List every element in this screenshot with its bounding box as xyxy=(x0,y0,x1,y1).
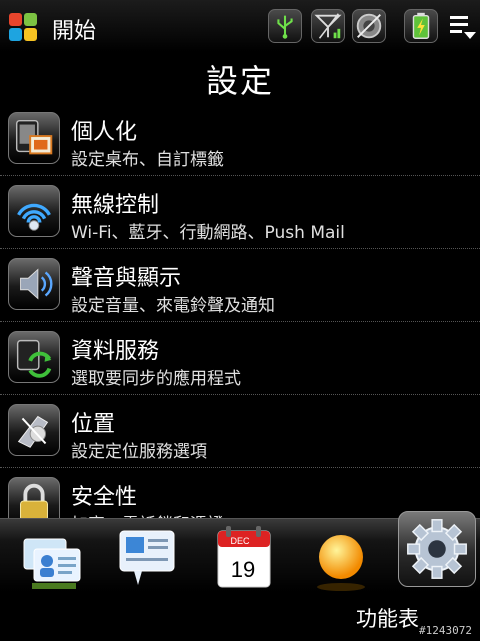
settings-item-personalize[interactable]: 個人化 設定桌布、自訂標籤 xyxy=(0,103,480,176)
dock-active-label: 功能表 xyxy=(356,607,419,631)
calendar-icon[interactable]: DEC 19 xyxy=(210,525,276,595)
personalize-icon xyxy=(8,112,60,164)
settings-item-wireless[interactable]: 無線控制 Wi-Fi、藍牙、行動網路、Push Mail xyxy=(0,176,480,249)
status-bar: 開始 xyxy=(0,0,480,52)
windows-logo-icon[interactable] xyxy=(8,12,38,42)
calendar-month: DEC xyxy=(230,536,250,546)
calendar-day: 19 xyxy=(231,557,255,582)
item-subtitle: 選取要同步的應用程式 xyxy=(71,369,241,389)
start-label[interactable]: 開始 xyxy=(52,13,96,45)
item-title: 安全性 xyxy=(71,485,138,510)
watermark: #1243072 xyxy=(419,624,472,637)
item-subtitle: Wi-Fi、藍牙、行動網路、Push Mail xyxy=(71,223,345,243)
settings-list: 個人化 設定桌布、自訂標籤 無線控制 Wi-Fi、藍牙、行動網路、Push Ma… xyxy=(0,103,480,541)
settings-item-data-services[interactable]: 資料服務 選取要同步的應用程式 xyxy=(0,322,480,395)
item-subtitle: 設定音量、來電鈴聲及通知 xyxy=(71,296,275,316)
settings-icon[interactable] xyxy=(398,511,476,587)
item-title: 無線控制 xyxy=(71,193,160,218)
weather-icon[interactable] xyxy=(308,525,374,595)
item-subtitle: 設定桌布、自訂標籤 xyxy=(71,150,224,170)
sound-icon xyxy=(8,258,60,310)
item-subtitle: 設定定位服務選項 xyxy=(71,442,207,462)
bottom-dock: DEC 19 功能表 xyxy=(0,511,480,641)
contacts-icon[interactable] xyxy=(20,525,86,595)
item-title: 資料服務 xyxy=(71,339,160,364)
item-title: 位置 xyxy=(71,412,116,437)
location-icon xyxy=(8,404,60,456)
usb-icon[interactable] xyxy=(268,9,302,43)
item-title: 聲音與顯示 xyxy=(71,266,182,291)
messages-icon[interactable] xyxy=(114,525,180,595)
menu-icon[interactable] xyxy=(448,12,478,42)
settings-item-sound-display[interactable]: 聲音與顯示 設定音量、來電鈴聲及通知 xyxy=(0,249,480,322)
data-sync-icon xyxy=(8,331,60,383)
settings-item-location[interactable]: 位置 設定定位服務選項 xyxy=(0,395,480,468)
wireless-icon xyxy=(8,185,60,237)
speaker-icon[interactable] xyxy=(352,9,386,43)
signal-icon[interactable] xyxy=(311,9,345,43)
battery-icon[interactable] xyxy=(404,9,438,43)
item-title: 個人化 xyxy=(71,120,138,145)
page-title: 設定 xyxy=(205,62,274,100)
